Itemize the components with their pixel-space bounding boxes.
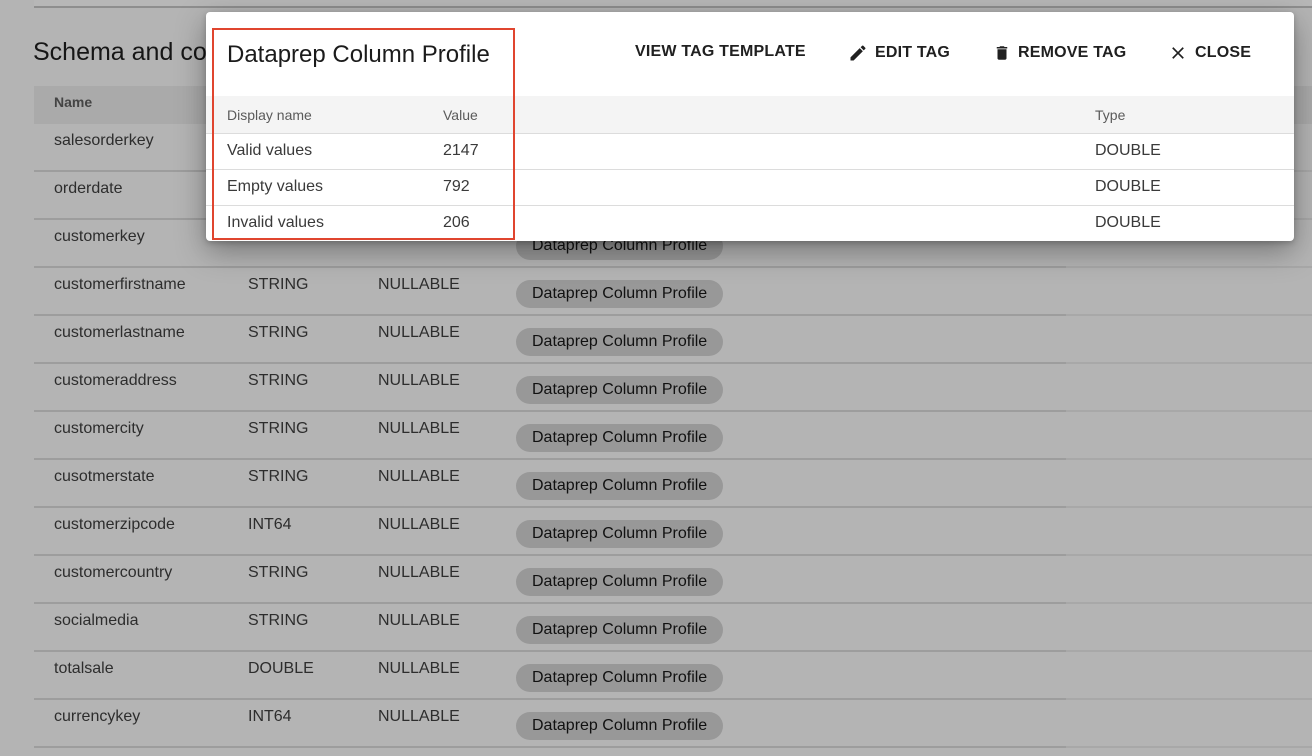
schema-row[interactable]: customercity STRING NULLABLE Dataprep Co… — [34, 412, 1312, 460]
column-type: DOUBLE — [248, 660, 314, 677]
column-mode: NULLABLE — [378, 468, 460, 485]
header-type: Type — [1095, 107, 1126, 123]
tag-field-row: Valid values 2147 DOUBLE — [206, 133, 1294, 170]
tag-chip[interactable]: Dataprep Column Profile — [516, 472, 724, 500]
schema-row[interactable]: customercountry STRING NULLABLE Dataprep… — [34, 556, 1312, 604]
tag-chip[interactable]: Dataprep Column Profile — [516, 328, 724, 356]
close-icon — [1172, 47, 1184, 59]
tag-chip[interactable]: Dataprep Column Profile — [516, 616, 724, 644]
column-name: customercity — [54, 420, 144, 437]
header-value: Value — [443, 107, 478, 123]
column-mode: NULLABLE — [378, 276, 460, 293]
field-display-name: Valid values — [227, 142, 313, 159]
column-type: INT64 — [248, 516, 292, 533]
schema-row[interactable]: totalsale DOUBLE NULLABLE Dataprep Colum… — [34, 652, 1312, 700]
column-type: STRING — [248, 420, 309, 437]
column-name: customerfirstname — [54, 276, 186, 293]
field-display-name: Empty values — [227, 178, 324, 195]
column-mode: NULLABLE — [378, 516, 460, 533]
schema-row[interactable]: customerfirstname STRING NULLABLE Datapr… — [34, 268, 1312, 316]
field-value: 206 — [443, 214, 470, 231]
field-display-name: Invalid values — [227, 214, 324, 231]
column-mode: NULLABLE — [378, 612, 460, 629]
schema-row[interactable]: currencykey INT64 NULLABLE Dataprep Colu… — [34, 700, 1312, 748]
schema-row[interactable]: socialmedia STRING NULLABLE Dataprep Col… — [34, 604, 1312, 652]
view-tag-template-button[interactable]: VIEW TAG TEMPLATE — [635, 43, 806, 61]
column-type: STRING — [248, 468, 309, 485]
field-type: DOUBLE — [1095, 214, 1161, 231]
column-name: customeraddress — [54, 372, 177, 389]
column-mode: NULLABLE — [378, 324, 460, 341]
column-name: customerzipcode — [54, 516, 175, 533]
dialog-actions: VIEW TAG TEMPLATE EDIT TAG REMOVE TAG CL… — [206, 43, 1294, 69]
remove-tag-label: REMOVE TAG — [1018, 44, 1127, 61]
column-type: STRING — [248, 324, 309, 341]
schema-row[interactable]: customerlastname STRING NULLABLE Datapre… — [34, 316, 1312, 364]
column-type: STRING — [248, 372, 309, 389]
column-type: STRING — [248, 612, 309, 629]
tag-field-row: Invalid values 206 DOUBLE — [206, 205, 1294, 241]
column-name: customerkey — [54, 228, 145, 245]
column-name: orderdate — [54, 180, 123, 197]
pencil-icon — [850, 45, 866, 61]
close-button[interactable]: CLOSE — [1168, 43, 1251, 63]
edit-tag-label: EDIT TAG — [875, 44, 951, 61]
row-divider — [34, 746, 1066, 748]
tag-chip[interactable]: Dataprep Column Profile — [516, 664, 724, 692]
column-mode: NULLABLE — [378, 660, 460, 677]
column-name: customercountry — [54, 564, 173, 581]
row-divider — [1066, 746, 1312, 748]
tag-chip[interactable]: Dataprep Column Profile — [516, 376, 724, 404]
column-name: cusotmerstate — [54, 468, 155, 485]
trash-icon — [996, 46, 1008, 60]
column-name: salesorderkey — [54, 132, 154, 149]
column-mode: NULLABLE — [378, 420, 460, 437]
column-mode: NULLABLE — [378, 564, 460, 581]
field-type: DOUBLE — [1095, 142, 1161, 159]
schema-header-name: Name — [54, 94, 93, 110]
field-value: 792 — [443, 178, 470, 195]
tag-chip[interactable]: Dataprep Column Profile — [516, 424, 724, 452]
tag-chip[interactable]: Dataprep Column Profile — [516, 280, 724, 308]
section-title: Schema and columns — [33, 38, 208, 66]
column-name: currencykey — [54, 708, 141, 725]
column-name: socialmedia — [54, 612, 139, 629]
field-type: DOUBLE — [1095, 178, 1161, 195]
tag-chip[interactable]: Dataprep Column Profile — [516, 568, 724, 596]
column-mode: NULLABLE — [378, 372, 460, 389]
tag-chip[interactable]: Dataprep Column Profile — [516, 712, 724, 740]
view-tag-template-label: VIEW TAG TEMPLATE — [635, 43, 806, 60]
remove-tag-button[interactable]: REMOVE TAG — [993, 43, 1126, 63]
schema-row[interactable]: customerzipcode INT64 NULLABLE Dataprep … — [34, 508, 1312, 556]
column-name: customerlastname — [54, 324, 185, 341]
field-value: 2147 — [443, 142, 479, 159]
edit-tag-button[interactable]: EDIT TAG — [848, 43, 950, 63]
tag-field-row: Empty values 792 DOUBLE — [206, 169, 1294, 206]
column-type: INT64 — [248, 708, 292, 725]
header-display-name: Display name — [227, 107, 312, 123]
tag-fields-header: Display name Value Type — [206, 96, 1294, 134]
tag-chip[interactable]: Dataprep Column Profile — [516, 520, 724, 548]
tag-details-dialog: Dataprep Column Profile VIEW TAG TEMPLAT… — [206, 12, 1294, 241]
schema-row[interactable]: customeraddress STRING NULLABLE Dataprep… — [34, 364, 1312, 412]
top-card — [34, 0, 1312, 8]
schema-row[interactable]: cusotmerstate STRING NULLABLE Dataprep C… — [34, 460, 1312, 508]
column-type: STRING — [248, 564, 309, 581]
close-label: CLOSE — [1195, 44, 1252, 61]
column-name: totalsale — [54, 660, 114, 677]
column-mode: NULLABLE — [378, 708, 460, 725]
column-type: STRING — [248, 276, 309, 293]
